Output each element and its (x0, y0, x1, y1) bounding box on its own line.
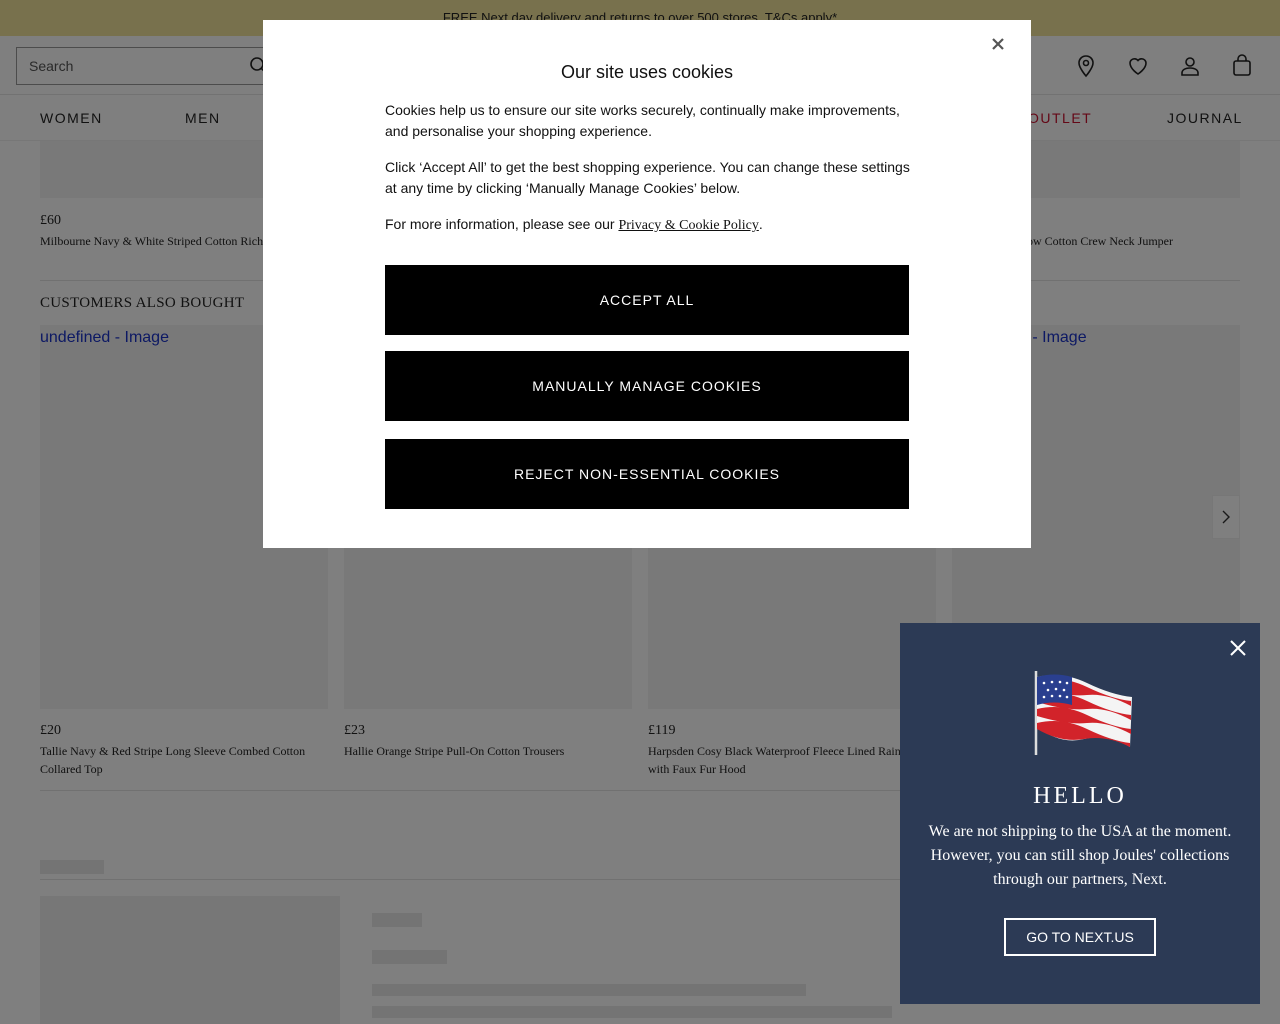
us-flag-icon (1034, 671, 1132, 755)
cookie-text: For more information, please see our (385, 216, 619, 232)
country-redirect-popup: HELLO We are not shipping to the USA at … (900, 623, 1260, 1004)
close-icon[interactable] (988, 34, 1008, 54)
close-icon[interactable] (1227, 637, 1249, 659)
reject-cookies-button[interactable]: REJECT NON-ESSENTIAL COOKIES (385, 439, 909, 509)
privacy-policy-link[interactable]: Privacy & Cookie Policy (618, 218, 758, 233)
cookie-text: . (758, 216, 763, 232)
cookie-consent-modal: Our site uses cookies Cookies help us to… (263, 20, 1031, 548)
manage-cookies-button[interactable]: MANUALLY MANAGE COOKIES (385, 351, 909, 421)
cookie-text: Cookies help us to ensure our site works… (385, 102, 900, 139)
cookie-text: Click ‘Accept All’ to get the best shopp… (385, 159, 910, 196)
popup-message: We are not shipping to the USA at the mo… (928, 823, 1232, 888)
go-to-next-us-button[interactable]: GO TO NEXT.US (1004, 918, 1156, 956)
accept-all-button[interactable]: ACCEPT ALL (385, 265, 909, 335)
modal-title: Our site uses cookies (560, 62, 734, 82)
cookie-policy-text: For more information, please see our Pri… (385, 214, 915, 236)
popup-title: HELLO (1033, 783, 1127, 809)
